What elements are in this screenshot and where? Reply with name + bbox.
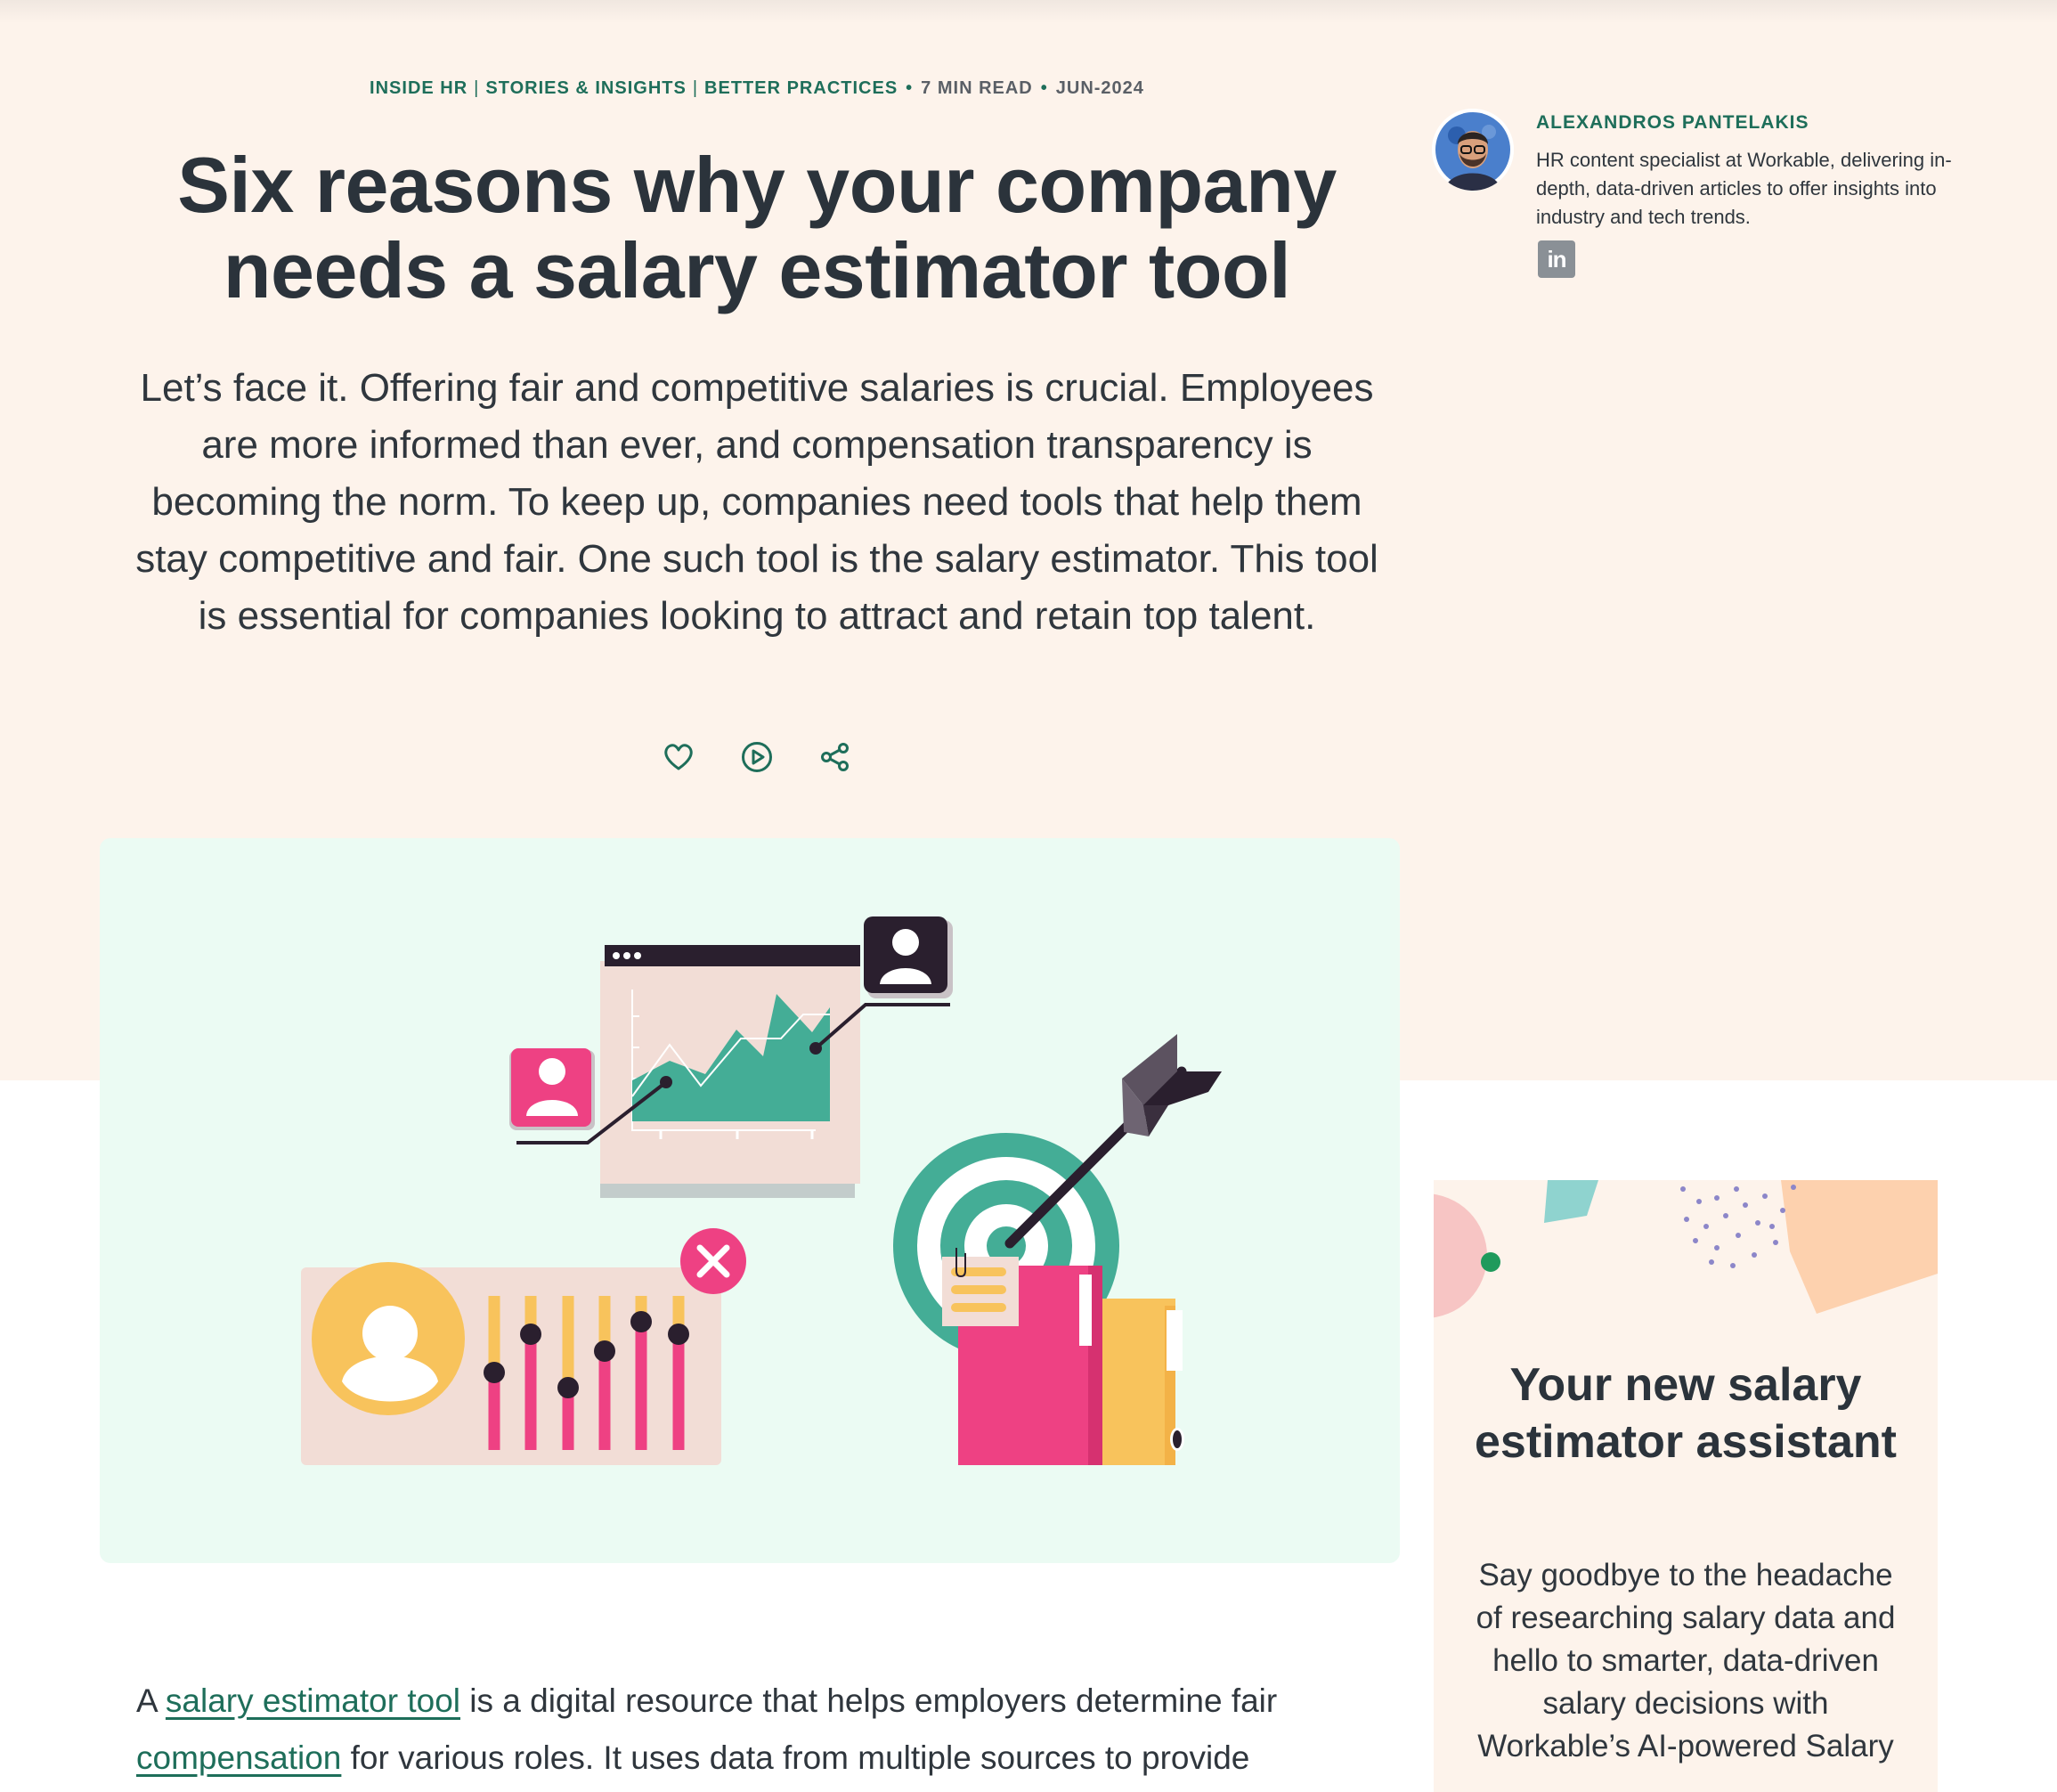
promo-card[interactable]: Your new salary estimator assistant Say … (1434, 1180, 1938, 1792)
bullet-separator: • (1040, 78, 1048, 98)
promo-decoration (1434, 1180, 1938, 1318)
author-name[interactable]: ALEXANDROS PANTELAKIS (1536, 112, 1809, 134)
folder-icon (942, 1248, 1184, 1465)
category-link-inside-hr[interactable]: INSIDE HR (370, 78, 467, 98)
user-badge-dark-icon (864, 916, 953, 998)
author-avatar[interactable] (1432, 109, 1514, 191)
share-icon (821, 743, 849, 771)
linkedin-icon[interactable]: in (1538, 240, 1575, 278)
like-button[interactable] (659, 737, 698, 777)
title-line-2: needs a salary estimator tool (223, 226, 1291, 314)
compensation-link[interactable]: compensation (136, 1739, 341, 1776)
profile-sliders-graphic (301, 1262, 721, 1465)
author-bio: HR content specialist at Workable, deliv… (1536, 149, 1952, 228)
bullet-separator: • (906, 78, 914, 98)
read-time: 7 MIN READ (921, 78, 1033, 98)
category-link-stories-insights[interactable]: STORIES & INSIGHTS (485, 78, 686, 98)
category-link-better-practices[interactable]: BETTER PRACTICES (704, 78, 898, 98)
body-text-segment: A (136, 1682, 166, 1719)
top-shadow (0, 0, 2057, 23)
page-title: Six reasons why your company needs a sal… (134, 143, 1380, 314)
breadcrumb: INSIDE HR | STORIES & INSIGHTS | BETTER PRAC… (142, 78, 1371, 99)
promo-title: Your new salary estimator assistant (1475, 1359, 1897, 1468)
promo-text: Say goodbye to the headache of researchi… (1476, 1558, 1896, 1763)
heart-icon (664, 744, 693, 770)
salary-estimator-tool-link[interactable]: salary estimator tool (166, 1682, 460, 1719)
breadcrumb-separator: | (692, 78, 699, 98)
user-badge-pink-icon (509, 1048, 595, 1130)
title-line-1: Six reasons why your company (177, 141, 1337, 229)
breadcrumb-separator: | (474, 78, 480, 98)
hero-illustration (100, 838, 1400, 1563)
article-actions (659, 737, 855, 777)
listen-button[interactable] (737, 737, 776, 777)
body-text-segment: is a digital resource that helps employe… (460, 1682, 1278, 1719)
author-photo-icon (1432, 109, 1514, 191)
body-text-segment: for various roles. It uses data from mul… (341, 1739, 1250, 1776)
play-icon (742, 742, 772, 772)
share-button[interactable] (816, 737, 855, 777)
close-icon (680, 1228, 746, 1294)
article-body-paragraph: A salary estimator tool is a digital res… (136, 1673, 1392, 1787)
article-intro: Let’s face it. Offering fair and competi… (135, 366, 1378, 638)
publish-date: JUN-2024 (1055, 78, 1144, 98)
